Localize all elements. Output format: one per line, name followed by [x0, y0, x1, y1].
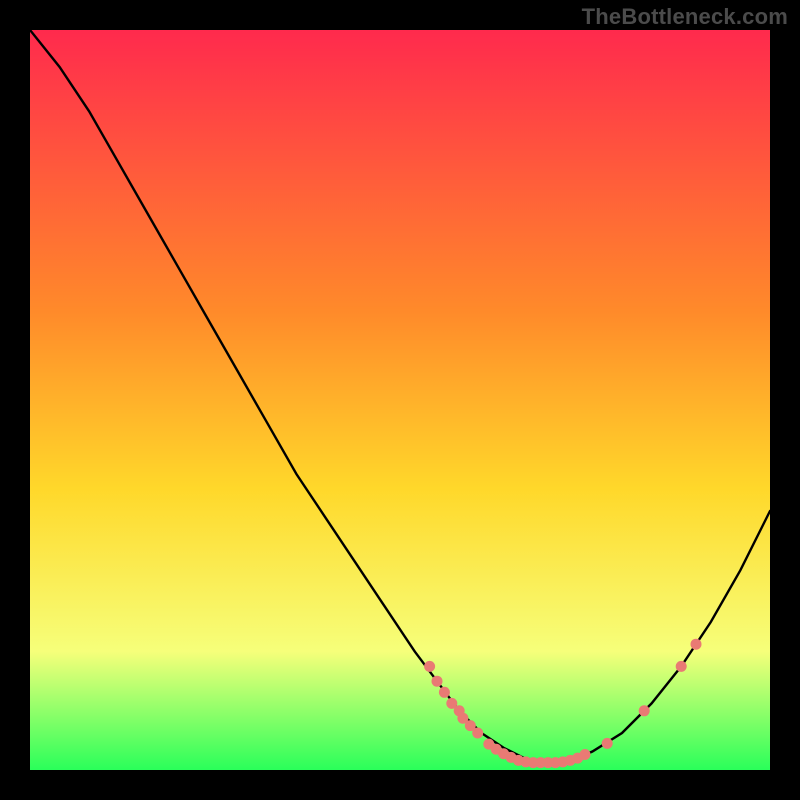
data-point	[472, 728, 483, 739]
data-point	[439, 687, 450, 698]
watermark-text: TheBottleneck.com	[582, 4, 788, 30]
data-point	[639, 705, 650, 716]
chart-frame: TheBottleneck.com	[0, 0, 800, 800]
data-point	[432, 676, 443, 687]
plot-area	[30, 30, 770, 770]
heat-background	[30, 30, 770, 770]
data-point	[580, 749, 591, 760]
data-point	[676, 661, 687, 672]
data-point	[691, 639, 702, 650]
bottleneck-chart	[30, 30, 770, 770]
data-point	[602, 738, 613, 749]
data-point	[424, 661, 435, 672]
